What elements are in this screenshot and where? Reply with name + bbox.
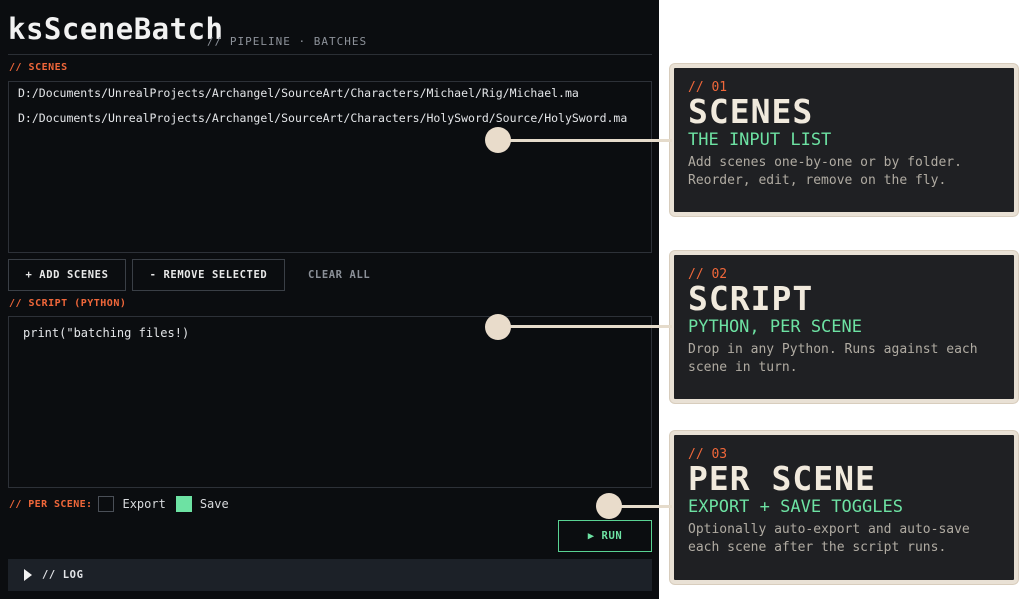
callout-connector	[500, 325, 672, 328]
scene-list-item[interactable]: D:/Documents/UnrealProjects/Archangel/So…	[18, 87, 642, 112]
add-scenes-button[interactable]: + ADD SCENES	[8, 259, 126, 291]
callout-dot	[485, 127, 511, 153]
script-section-label: // SCRIPT (PYTHON)	[9, 298, 127, 309]
scene-list-item[interactable]: D:/Documents/UnrealProjects/Archangel/So…	[18, 112, 642, 137]
annotation-card-per-scene: // 03 PER SCENE EXPORT + SAVE TOGGLES Op…	[670, 431, 1018, 584]
export-checkbox[interactable]	[98, 496, 115, 512]
log-label: // LOG	[42, 569, 84, 581]
callout-dot	[485, 314, 511, 340]
per-scene-label: // PER SCENE:	[9, 498, 93, 510]
script-code[interactable]: print("batching files!)	[23, 326, 189, 340]
script-editor[interactable]: print("batching files!)	[8, 316, 652, 488]
card-title: SCENES	[688, 92, 814, 131]
card-title: SCRIPT	[688, 279, 814, 318]
card-description: Add scenes one-by-one or by folder. Reor…	[688, 155, 962, 188]
save-checkbox-label[interactable]: Save	[200, 497, 229, 511]
scenes-section-label: // SCENES	[9, 62, 68, 73]
card-description: Drop in any Python. Runs against each sc…	[688, 342, 978, 375]
annotation-card-script: // 02 SCRIPT PYTHON, PER SCENE Drop in a…	[670, 251, 1018, 403]
scene-list[interactable]: D:/Documents/UnrealProjects/Archangel/So…	[8, 81, 652, 253]
card-subtitle: EXPORT + SAVE TOGGLES	[688, 497, 903, 517]
export-checkbox-label[interactable]: Export	[122, 497, 165, 511]
annotation-card-scenes: // 01 SCENES THE INPUT LIST Add scenes o…	[670, 64, 1018, 216]
app-title: ksSceneBatch	[8, 12, 224, 46]
callout-connector	[500, 139, 672, 142]
app-panel: ksSceneBatch // PIPELINE · BATCHES // SC…	[0, 0, 659, 599]
caret-right-icon	[24, 569, 32, 581]
run-button[interactable]: ▶ RUN	[558, 520, 652, 552]
header-divider	[8, 54, 652, 55]
card-subtitle: PYTHON, PER SCENE	[688, 317, 862, 337]
save-checkbox[interactable]	[175, 496, 192, 512]
app-subtitle: // PIPELINE · BATCHES	[207, 35, 368, 48]
card-subtitle: THE INPUT LIST	[688, 130, 832, 150]
callout-dot	[596, 493, 622, 519]
clear-all-button[interactable]: CLEAR ALL	[308, 259, 370, 291]
card-description: Optionally auto-export and auto-save eac…	[688, 522, 970, 555]
card-title: PER SCENE	[688, 459, 876, 498]
log-panel-toggle[interactable]: // LOG	[8, 559, 652, 591]
remove-selected-button[interactable]: - REMOVE SELECTED	[132, 259, 285, 291]
per-scene-options: // PER SCENE: Export Save	[9, 496, 239, 512]
